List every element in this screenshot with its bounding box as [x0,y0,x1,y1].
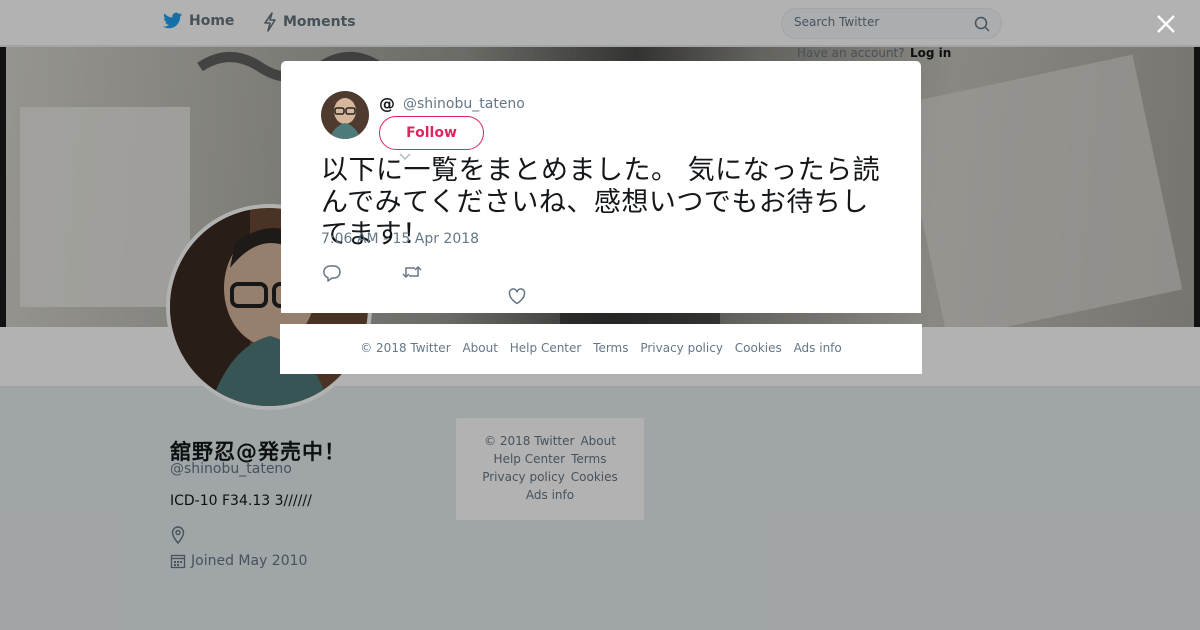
modal-footer-copyright: © 2018 Twitter [360,341,451,355]
close-icon [1157,15,1175,33]
follow-button[interactable]: Follow [379,116,484,150]
author-handle[interactable]: @shinobu_tateno [403,96,525,112]
tweet-author-avatar[interactable] [321,91,369,139]
modal-footer-terms-link[interactable]: Terms [593,341,628,355]
close-button[interactable] [1152,10,1180,38]
retweet-icon[interactable] [402,264,422,280]
author-avatar-illustration [321,91,369,139]
modal-footer-privacy-link[interactable]: Privacy policy [640,341,723,355]
modal-footer-help-link[interactable]: Help Center [510,341,582,355]
tweet-modal: @ @shinobu_tateno Follow 以下に一覧をまとめました。 気… [281,61,921,313]
author-display-name[interactable]: @ [379,94,395,113]
heart-icon[interactable] [508,288,526,305]
reply-icon[interactable] [323,264,341,282]
modal-footer-ads-link[interactable]: Ads info [794,341,842,355]
tweet-timestamp[interactable]: 7:06 AM - 15 Apr 2018 [321,231,479,247]
modal-footer-about-link[interactable]: About [462,341,497,355]
modal-footer-cookies-link[interactable]: Cookies [735,341,782,355]
modal-footer: © 2018 Twitter About Help Center Terms P… [280,324,922,374]
